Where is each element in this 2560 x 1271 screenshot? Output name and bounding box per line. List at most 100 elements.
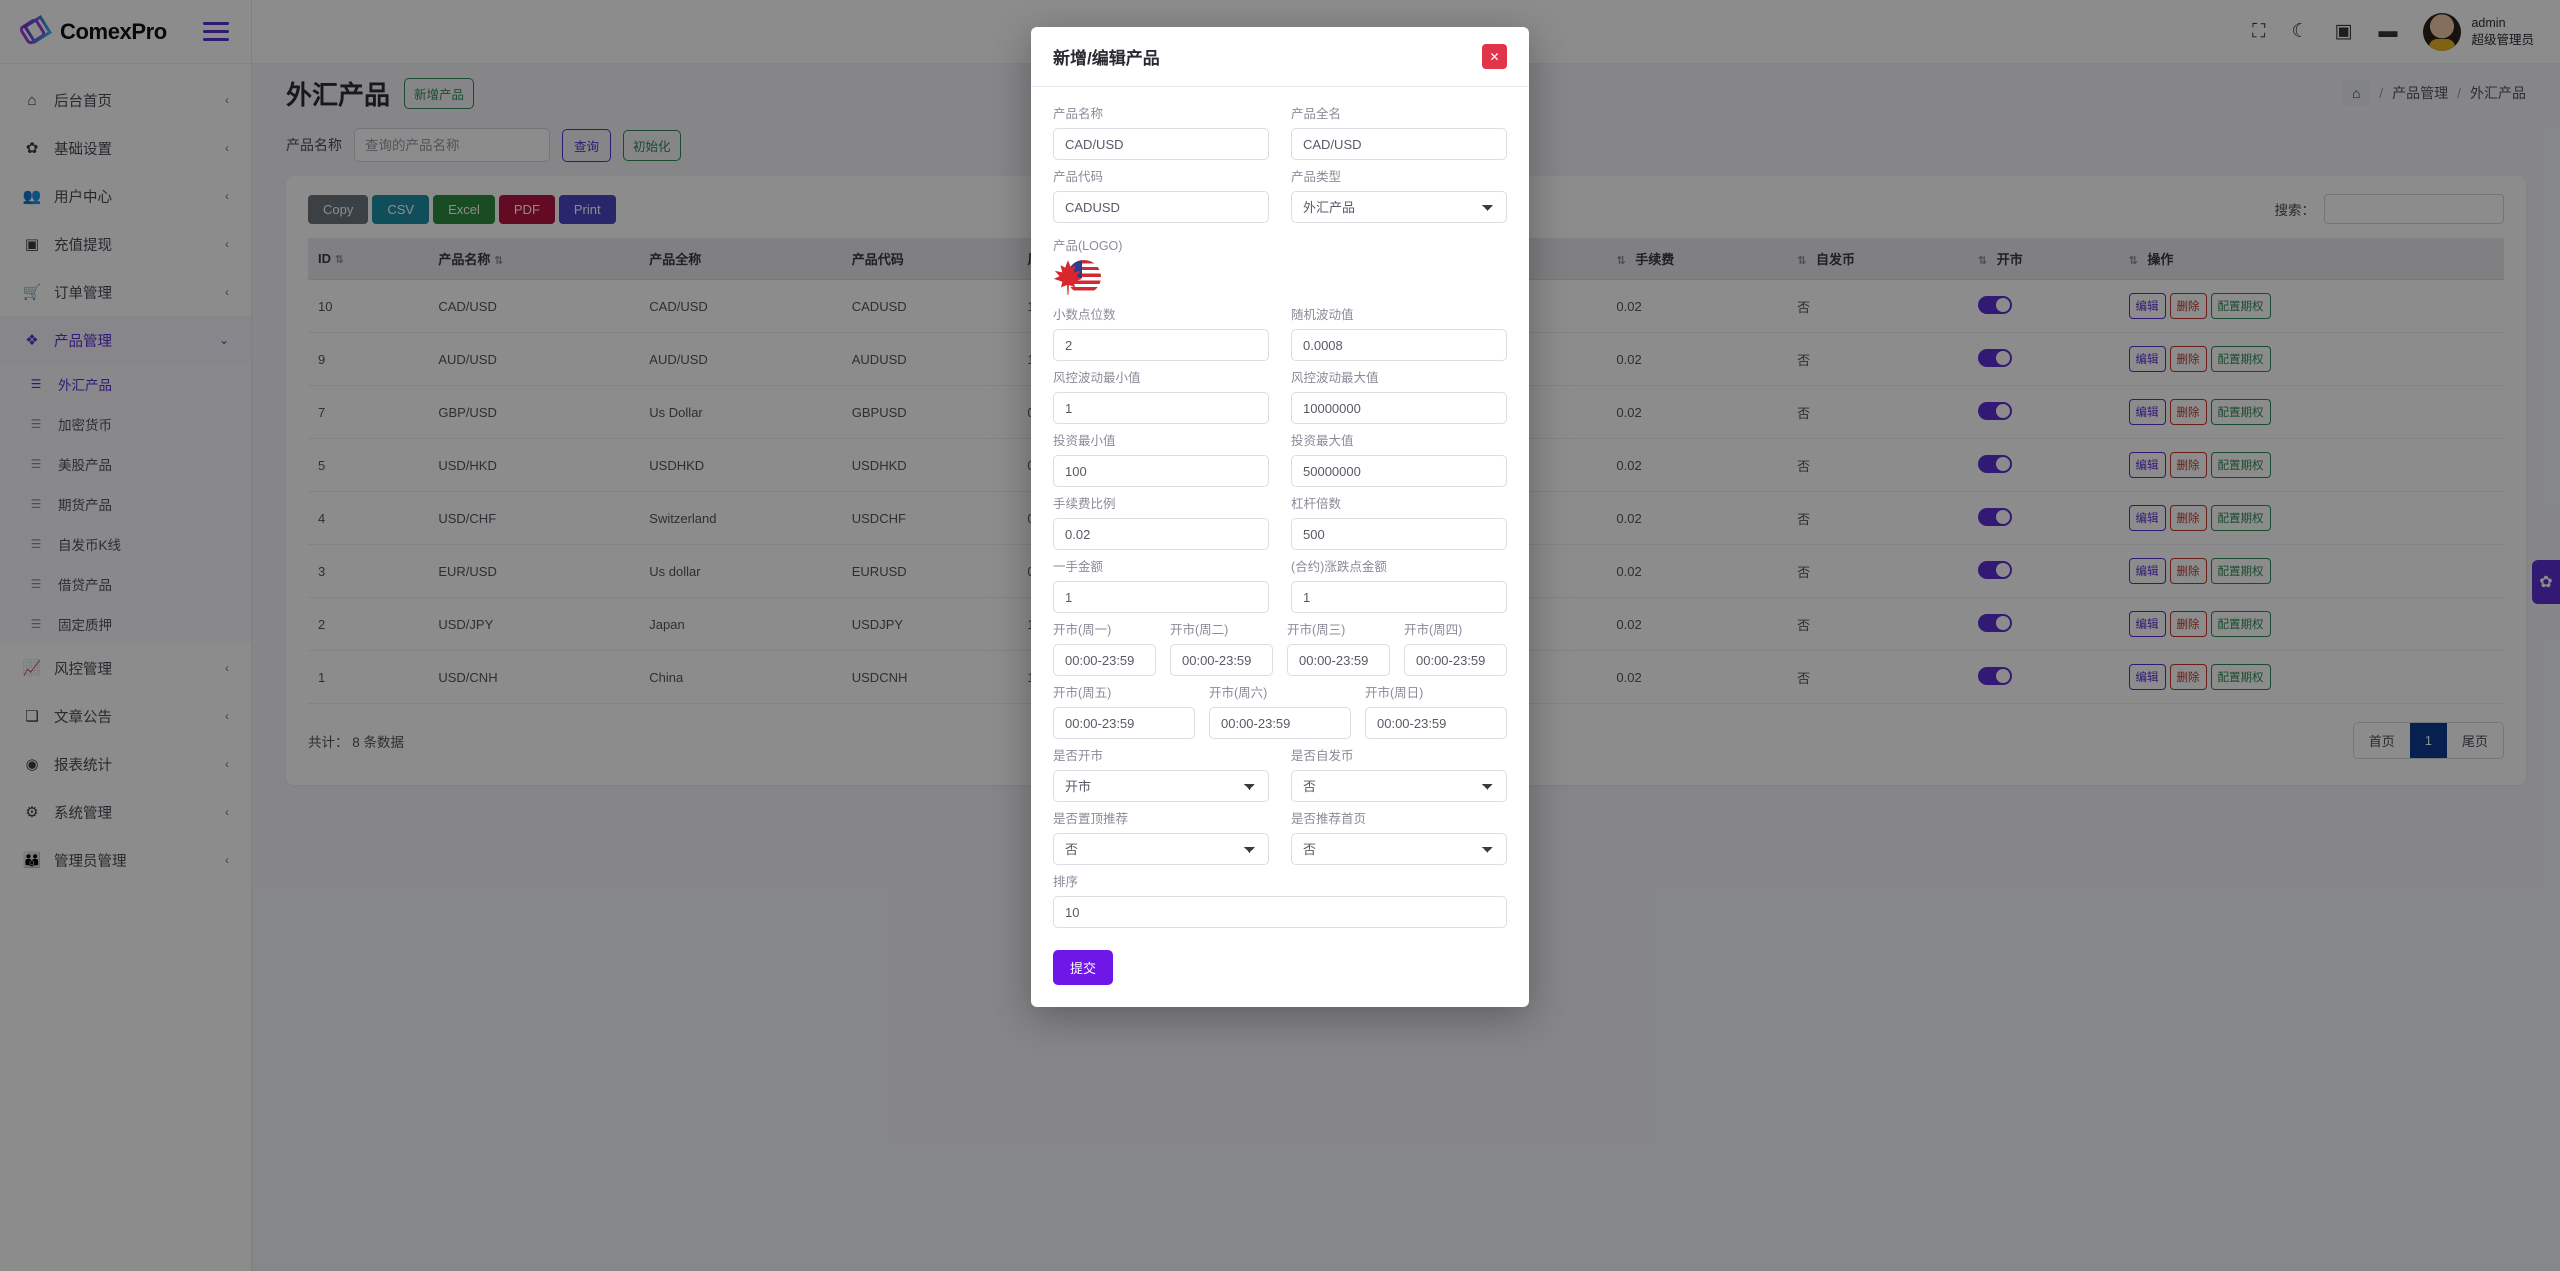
- input-product-code[interactable]: [1053, 191, 1269, 223]
- form-row-invest: 投资最小值 投资最大值: [1053, 430, 1507, 493]
- label-open-saturday: 开市(周六): [1209, 686, 1268, 700]
- field-open-friday: 开市(周五): [1053, 682, 1195, 739]
- label-product-logo: 产品(LOGO): [1053, 239, 1123, 253]
- label-product-code: 产品代码: [1053, 170, 1104, 184]
- form-row-fee-leverage: 手续费比例 杠杆倍数: [1053, 493, 1507, 556]
- field-sort-order: 排序: [1053, 871, 1507, 928]
- input-risk-max[interactable]: [1291, 392, 1507, 424]
- form-row-open-mon-thu: 开市(周一) 开市(周二) 开市(周三) 开市(周四): [1053, 619, 1507, 682]
- form-row-lot-contract: 一手金额 (合约)涨跌点金额: [1053, 556, 1507, 619]
- field-product-fullname: 产品全名: [1291, 103, 1507, 160]
- input-product-name[interactable]: [1053, 128, 1269, 160]
- form-row-decimal-random: 小数点位数 随机波动值: [1053, 304, 1507, 367]
- field-open-sunday: 开市(周日): [1365, 682, 1507, 739]
- product-edit-modal: 新增/编辑产品 ✕ 产品名称 产品全名 产品代码: [1031, 27, 1529, 1007]
- field-risk-min: 风控波动最小值: [1053, 367, 1269, 424]
- input-invest-min[interactable]: [1053, 455, 1269, 487]
- input-open-saturday[interactable]: [1209, 707, 1351, 739]
- label-random-fluctuation: 随机波动值: [1291, 308, 1354, 322]
- label-sort-order: 排序: [1053, 875, 1079, 889]
- field-decimal-places: 小数点位数: [1053, 304, 1269, 361]
- field-open-wednesday: 开市(周三): [1287, 619, 1390, 676]
- input-invest-max[interactable]: [1291, 455, 1507, 487]
- label-invest-max: 投资最大值: [1291, 434, 1354, 448]
- label-decimal-places: 小数点位数: [1053, 308, 1116, 322]
- maple-leaf-icon: [1053, 260, 1083, 295]
- field-open-thursday: 开市(周四): [1404, 619, 1507, 676]
- label-open-thursday: 开市(周四): [1404, 623, 1463, 637]
- canada-usa-flag-logo-icon[interactable]: [1053, 258, 1101, 300]
- input-product-fullname[interactable]: [1291, 128, 1507, 160]
- input-lot-amount[interactable]: [1053, 581, 1269, 613]
- label-is-home-rec: 是否推荐首页: [1291, 812, 1367, 826]
- form-row-pinned-home: 是否置顶推荐 否 是否推荐首页 否: [1053, 808, 1507, 871]
- submit-button[interactable]: 提交: [1053, 950, 1114, 985]
- label-is-self-issued: 是否自发币: [1291, 749, 1354, 763]
- field-contract-point: (合约)涨跌点金额: [1291, 556, 1507, 613]
- input-random-fluctuation[interactable]: [1291, 329, 1507, 361]
- input-risk-min[interactable]: [1053, 392, 1269, 424]
- field-invest-max: 投资最大值: [1291, 430, 1507, 487]
- label-open-monday: 开市(周一): [1053, 623, 1112, 637]
- input-open-friday[interactable]: [1053, 707, 1195, 739]
- select-is-self-issued[interactable]: 否: [1291, 770, 1507, 802]
- field-fee-rate: 手续费比例: [1053, 493, 1269, 550]
- field-open-tuesday: 开市(周二): [1170, 619, 1273, 676]
- field-lot-amount: 一手金额: [1053, 556, 1269, 613]
- field-is-pinned: 是否置顶推荐 否: [1053, 808, 1269, 865]
- label-open-friday: 开市(周五): [1053, 686, 1112, 700]
- label-fee-rate: 手续费比例: [1053, 497, 1116, 511]
- modal-title: 新增/编辑产品: [1053, 49, 1160, 68]
- label-product-type: 产品类型: [1291, 170, 1342, 184]
- input-open-monday[interactable]: [1053, 644, 1156, 676]
- label-contract-point: (合约)涨跌点金额: [1291, 560, 1387, 574]
- select-is-pinned[interactable]: 否: [1053, 833, 1269, 865]
- label-open-tuesday: 开市(周二): [1170, 623, 1229, 637]
- form-row-risk: 风控波动最小值 风控波动最大值: [1053, 367, 1507, 430]
- field-risk-max: 风控波动最大值: [1291, 367, 1507, 424]
- label-leverage: 杠杆倍数: [1291, 497, 1342, 511]
- input-open-wednesday[interactable]: [1287, 644, 1390, 676]
- input-open-thursday[interactable]: [1404, 644, 1507, 676]
- input-leverage[interactable]: [1291, 518, 1507, 550]
- input-decimal-places[interactable]: [1053, 329, 1269, 361]
- field-product-logo: 产品(LOGO): [1053, 235, 1507, 300]
- modal-body: 产品名称 产品全名 产品代码 产品类型 外汇产品: [1031, 87, 1529, 1007]
- field-product-code: 产品代码: [1053, 166, 1269, 223]
- field-leverage: 杠杆倍数: [1291, 493, 1507, 550]
- field-invest-min: 投资最小值: [1053, 430, 1269, 487]
- select-product-type[interactable]: 外汇产品: [1291, 191, 1507, 223]
- input-sort-order[interactable]: [1053, 896, 1507, 928]
- form-row-open-selfissued: 是否开市 开市 是否自发币 否: [1053, 745, 1507, 808]
- label-open-sunday: 开市(周日): [1365, 686, 1424, 700]
- close-icon[interactable]: ✕: [1482, 44, 1507, 69]
- form-row-name: 产品名称 产品全名: [1053, 103, 1507, 166]
- field-product-name: 产品名称: [1053, 103, 1269, 160]
- form-row-code-type: 产品代码 产品类型 外汇产品: [1053, 166, 1507, 229]
- field-open-monday: 开市(周一): [1053, 619, 1156, 676]
- modal-header: 新增/编辑产品 ✕: [1031, 27, 1529, 87]
- label-risk-max: 风控波动最大值: [1291, 371, 1379, 385]
- label-product-name: 产品名称: [1053, 107, 1104, 121]
- field-product-type: 产品类型 外汇产品: [1291, 166, 1507, 223]
- label-is-open: 是否开市: [1053, 749, 1104, 763]
- select-is-home-rec[interactable]: 否: [1291, 833, 1507, 865]
- label-is-pinned: 是否置顶推荐: [1053, 812, 1129, 826]
- field-is-home-rec: 是否推荐首页 否: [1291, 808, 1507, 865]
- input-open-tuesday[interactable]: [1170, 644, 1273, 676]
- label-invest-min: 投资最小值: [1053, 434, 1116, 448]
- input-contract-point[interactable]: [1291, 581, 1507, 613]
- form-row-open-fri-sun: 开市(周五) 开市(周六) 开市(周日): [1053, 682, 1507, 745]
- input-fee-rate[interactable]: [1053, 518, 1269, 550]
- field-open-saturday: 开市(周六): [1209, 682, 1351, 739]
- label-product-fullname: 产品全名: [1291, 107, 1342, 121]
- app-root: ComexPro ⌂ 后台首页 ‹ ✿ 基础设置 ‹ 👥 用户中心 ‹ ▣ 充值…: [0, 0, 2560, 1271]
- field-is-self-issued: 是否自发币 否: [1291, 745, 1507, 802]
- label-lot-amount: 一手金额: [1053, 560, 1104, 574]
- label-open-wednesday: 开市(周三): [1287, 623, 1346, 637]
- field-is-open: 是否开市 开市: [1053, 745, 1269, 802]
- select-is-open[interactable]: 开市: [1053, 770, 1269, 802]
- label-risk-min: 风控波动最小值: [1053, 371, 1141, 385]
- input-open-sunday[interactable]: [1365, 707, 1507, 739]
- field-random-fluctuation: 随机波动值: [1291, 304, 1507, 361]
